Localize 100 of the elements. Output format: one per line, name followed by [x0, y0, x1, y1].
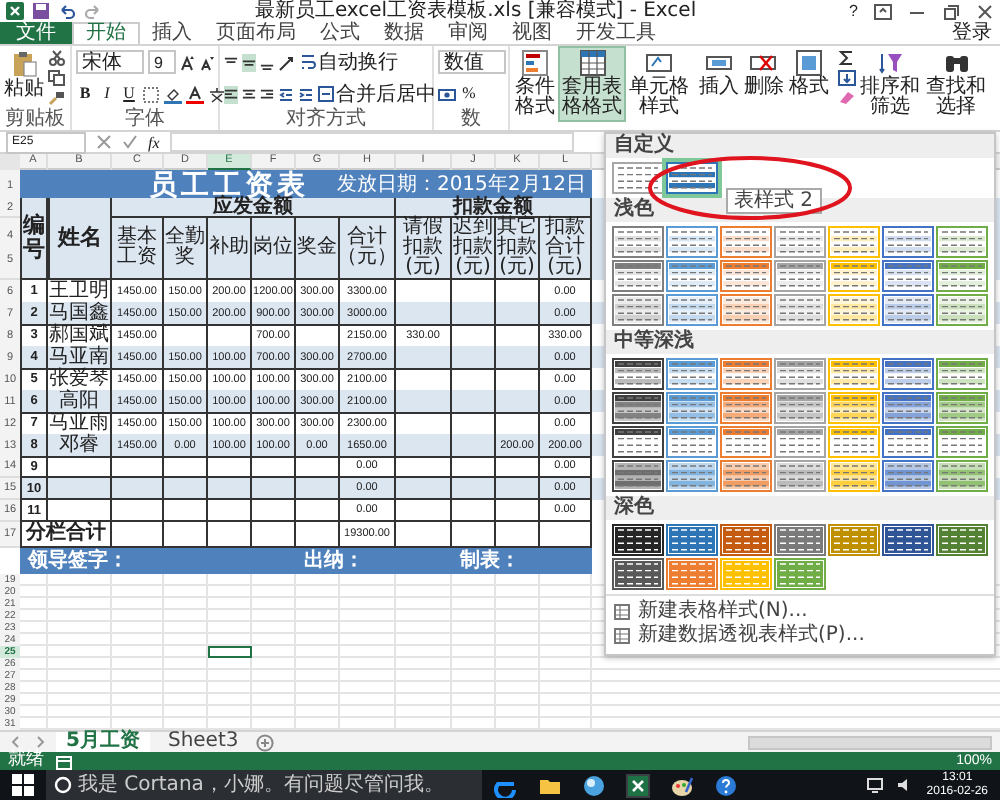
sort-filter-button[interactable]: 排序和筛选 [858, 48, 922, 120]
table-style-swatch[interactable] [830, 262, 878, 290]
border-icon[interactable] [142, 85, 160, 103]
ribbon-tab[interactable]: 页面布局 [204, 22, 308, 44]
table-style-swatch[interactable] [614, 296, 662, 324]
scroll-right-icon[interactable] [32, 734, 48, 750]
ribbon-tab[interactable]: 文件 [0, 22, 72, 44]
excel-app-icon[interactable] [626, 773, 650, 797]
horizontal-align-icon[interactable] [224, 85, 238, 103]
table-style-swatch[interactable] [668, 428, 716, 456]
table-style-swatch[interactable] [776, 296, 824, 324]
underline-button[interactable]: U [120, 84, 138, 104]
table-style-swatch[interactable] [668, 462, 716, 490]
table-style-swatch[interactable] [938, 462, 986, 490]
delete-cells-button[interactable]: 删除 [742, 48, 786, 100]
currency-icon[interactable] [438, 85, 456, 103]
ribbon-tab[interactable]: 插入 [140, 22, 204, 44]
undo-icon[interactable] [58, 2, 76, 20]
percent-button[interactable]: % [460, 84, 478, 104]
table-style-swatch[interactable] [938, 360, 986, 388]
add-sheet-icon[interactable] [256, 733, 275, 751]
bold-button[interactable]: B [76, 84, 94, 104]
conditional-format-button[interactable]: 条件格式 [514, 48, 557, 120]
ribbon-tab[interactable]: 开始 [72, 22, 140, 44]
table-style-swatch[interactable] [668, 164, 716, 192]
table-style-swatch[interactable] [884, 360, 932, 388]
ribbon-options-icon[interactable] [874, 3, 892, 19]
table-style-swatch[interactable] [830, 428, 878, 456]
format-cells-button[interactable]: 格式 [787, 48, 830, 100]
find-select-button[interactable]: 查找和选择 [924, 48, 988, 120]
sheet-tab[interactable]: 5月工资 [56, 731, 150, 753]
table-style-swatch[interactable] [722, 428, 770, 456]
brush-icon[interactable] [48, 90, 66, 106]
font-name-field[interactable]: 宋体 [76, 50, 144, 74]
ribbon-tab[interactable]: 审阅 [436, 22, 500, 44]
cancel-icon[interactable] [96, 134, 112, 150]
table-style-swatch[interactable] [830, 228, 878, 256]
table-style-swatch[interactable] [722, 394, 770, 422]
table-style-swatch[interactable] [776, 262, 824, 290]
font-color-icon[interactable] [186, 85, 204, 103]
help-button[interactable]: ? [849, 1, 858, 21]
font-size-field[interactable]: 9 [148, 50, 176, 74]
table-style-swatch[interactable] [668, 360, 716, 388]
menu-item[interactable]: 新建表格样式(N)... [606, 600, 994, 624]
table-style-swatch[interactable] [722, 462, 770, 490]
redo-icon[interactable] [84, 2, 102, 20]
help-icon[interactable] [714, 773, 738, 797]
merge-center-button[interactable]: 合并后居中 [318, 83, 436, 105]
vertical-align-icon[interactable] [242, 53, 256, 71]
sum-icon[interactable] [838, 50, 856, 66]
table-style-swatch[interactable] [614, 228, 662, 256]
ribbon-tab[interactable]: 视图 [500, 22, 564, 44]
table-style-swatch[interactable] [722, 296, 770, 324]
check-icon[interactable] [122, 134, 138, 150]
table-style-swatch[interactable] [668, 394, 716, 422]
formula-input[interactable] [169, 132, 574, 152]
close-icon[interactable] [976, 3, 994, 19]
fill-down-icon[interactable] [838, 70, 856, 86]
table-style-swatch[interactable] [830, 360, 878, 388]
table-style-swatch[interactable] [776, 228, 824, 256]
table-style-swatch[interactable] [830, 394, 878, 422]
insert-cells-button[interactable]: 插入 [698, 48, 741, 100]
table-style-swatch[interactable] [722, 228, 770, 256]
horizontal-align-icon[interactable] [242, 85, 256, 103]
table-style-swatch[interactable] [722, 360, 770, 388]
indent-icon[interactable] [278, 85, 294, 103]
table-style-swatch[interactable] [938, 228, 986, 256]
table-style-swatch[interactable] [614, 394, 662, 422]
table-style-swatch[interactable] [884, 262, 932, 290]
table-style-swatch[interactable] [938, 394, 986, 422]
italic-button[interactable]: I [98, 84, 116, 104]
table-style-swatch[interactable] [614, 428, 662, 456]
horizontal-align-icon[interactable] [260, 85, 274, 103]
paste-button[interactable]: 粘贴 [4, 48, 44, 102]
selected-cell[interactable] [208, 646, 252, 658]
table-style-swatch[interactable] [884, 296, 932, 324]
table-style-swatch[interactable] [830, 296, 878, 324]
number-format-field[interactable]: 数值 [438, 50, 506, 74]
table-style-swatch[interactable] [884, 462, 932, 490]
save-icon[interactable] [32, 2, 50, 20]
table-style-swatch[interactable] [668, 228, 716, 256]
horizontal-scrollbar[interactable] [748, 735, 992, 749]
insert-function-button[interactable]: fx [148, 133, 160, 151]
table-style-swatch[interactable] [668, 262, 716, 290]
ribbon-tab[interactable]: 数据 [372, 22, 436, 44]
table-style-swatch[interactable] [776, 360, 824, 388]
table-style-swatch[interactable] [938, 296, 986, 324]
scissors-icon[interactable] [48, 50, 66, 66]
restore-icon[interactable] [942, 3, 960, 19]
table-style-swatch[interactable] [614, 360, 662, 388]
eraser-icon[interactable] [838, 90, 856, 106]
table-style-swatch[interactable] [884, 394, 932, 422]
table-style-swatch[interactable] [614, 462, 662, 490]
table-style-swatch[interactable] [776, 462, 824, 490]
table-style-swatch[interactable] [938, 428, 986, 456]
table-style-swatch[interactable] [722, 262, 770, 290]
cell-styles-button[interactable]: 单元格样式 [627, 48, 690, 120]
sign-in-link[interactable]: 登录 [952, 22, 992, 44]
phonetic-icon[interactable] [208, 85, 226, 103]
fill-color-icon[interactable] [164, 85, 182, 103]
